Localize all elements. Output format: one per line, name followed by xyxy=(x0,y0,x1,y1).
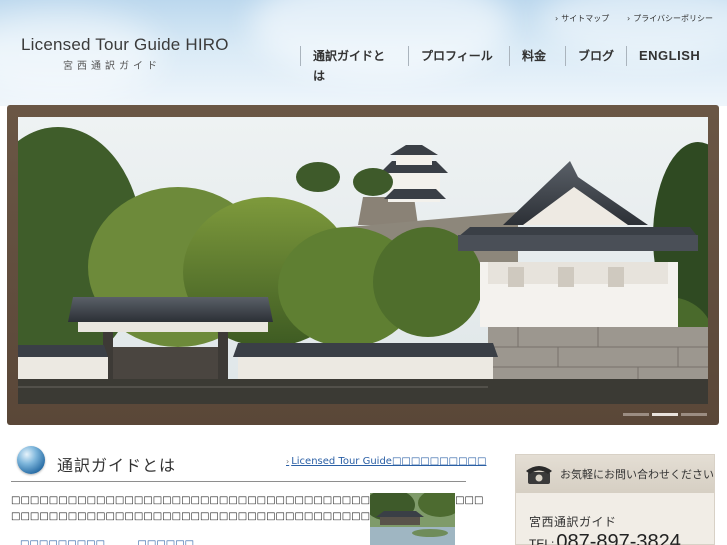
section-link[interactable]: › Licensed Tour Guide□□□□□□□□□□ xyxy=(286,456,486,467)
garden-thumbnail xyxy=(370,493,455,545)
util-link-privacy[interactable]: › プライバシーポリシー xyxy=(627,13,713,24)
body-line-2: □□□□□□□□□□□□□□□□□□□□□□□□□□□□□□□□□□□□□□□□… xyxy=(11,511,446,522)
nav-item-about-guide[interactable]: 通訳ガイドとは xyxy=(300,46,408,83)
chevron-right-icon: › xyxy=(286,457,290,466)
tel-number: 087-897-3824 xyxy=(556,531,681,545)
telephone-icon xyxy=(526,466,552,484)
nav-item-profile[interactable]: プロフィール xyxy=(408,46,509,66)
global-nav: 通訳ガイドとは プロフィール 料金 ブログ ENGLISH xyxy=(300,46,716,83)
site-logo-subtitle: 宮西通訳ガイド xyxy=(63,61,161,72)
hero-slider xyxy=(7,105,719,425)
contact-box-header: お気軽にお問い合わせください xyxy=(516,455,714,493)
util-link-sitemap[interactable]: › サイトマップ xyxy=(555,13,609,24)
contact-org-name: 宮西通訳ガイド xyxy=(529,515,617,529)
site-logo-title[interactable]: Licensed Tour Guide HIRO xyxy=(21,35,229,55)
slider-dot-3[interactable] xyxy=(681,413,707,416)
nav-item-fees[interactable]: 料金 xyxy=(509,46,565,66)
chevron-right-icon: › xyxy=(627,14,631,23)
section-title: 通訳ガイドとは xyxy=(57,456,177,475)
section-more-links: □□□□□□□□□ □□□□□□ xyxy=(20,539,194,545)
body-line-1: □□□□□□□□□□□□□□□□□□□□□□□□□□□□□□□□□□□□□□□□… xyxy=(11,495,484,506)
contact-heading: お気軽にお問い合わせください xyxy=(560,468,714,481)
more-link-2[interactable]: □□□□□□ xyxy=(137,539,194,545)
contact-phone[interactable]: TEL: 087-897-3824 xyxy=(529,531,681,545)
slider-dot-2[interactable] xyxy=(652,413,678,416)
hero-photo-castle xyxy=(18,117,708,404)
slider-dot-1[interactable] xyxy=(623,413,649,416)
section-header: 通訳ガイドとは › Licensed Tour Guide□□□□□□□□□□ xyxy=(11,444,486,482)
nav-item-english[interactable]: ENGLISH xyxy=(626,46,716,66)
tel-prefix: TEL: xyxy=(529,537,555,545)
slider-pager xyxy=(623,413,707,416)
contact-box: お気軽にお問い合わせください 宮西通訳ガイド TEL: 087-897-3824 xyxy=(515,454,715,545)
chevron-right-icon: › xyxy=(555,14,559,23)
nav-item-blog[interactable]: ブログ xyxy=(565,46,626,66)
globe-icon xyxy=(17,446,45,474)
site-header: Licensed Tour Guide HIRO 宮西通訳ガイド › サイトマップ… xyxy=(0,0,727,106)
section-body: □□□□□□□□□□□□□□□□□□□□□□□□□□□□□□□□□□□□□□□□… xyxy=(11,493,484,525)
more-link-1[interactable]: □□□□□□□□□ xyxy=(20,539,105,545)
